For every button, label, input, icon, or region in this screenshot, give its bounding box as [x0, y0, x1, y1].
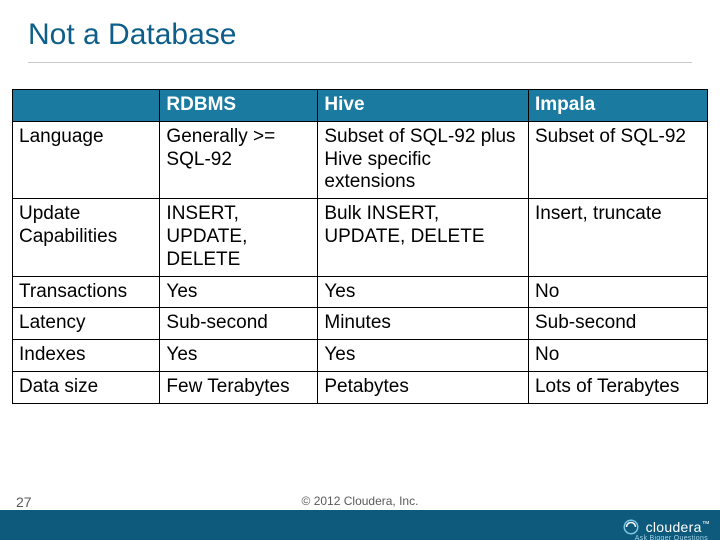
row-label: Language: [13, 121, 160, 198]
row-label: Indexes: [13, 340, 160, 372]
cell: Subset of SQL-92 plus Hive specific exte…: [318, 121, 529, 198]
table-row: Indexes Yes Yes No: [13, 340, 708, 372]
row-label: Transactions: [13, 276, 160, 308]
brand-logo: cloudera™: [622, 518, 710, 536]
brand-name-text: cloudera: [646, 519, 702, 535]
cell: INSERT, UPDATE, DELETE: [160, 199, 318, 276]
table-row: Update Capabilities INSERT, UPDATE, DELE…: [13, 199, 708, 276]
cell: Sub-second: [160, 308, 318, 340]
comparison-table: RDBMS Hive Impala Language Generally >= …: [12, 89, 708, 404]
cell: No: [528, 340, 707, 372]
copyright-text: © 2012 Cloudera, Inc.: [0, 494, 720, 508]
cell: Petabytes: [318, 371, 529, 403]
cell: Insert, truncate: [528, 199, 707, 276]
brand-name: cloudera™: [646, 519, 710, 535]
cell: Minutes: [318, 308, 529, 340]
col-header-hive: Hive: [318, 90, 529, 122]
cell: Yes: [160, 276, 318, 308]
cell: Yes: [318, 276, 529, 308]
slide-title: Not a Database: [0, 0, 720, 62]
table-row: Data size Few Terabytes Petabytes Lots o…: [13, 371, 708, 403]
row-label: Update Capabilities: [13, 199, 160, 276]
table-header-row: RDBMS Hive Impala: [13, 90, 708, 122]
col-header-empty: [13, 90, 160, 122]
brand-tm: ™: [702, 519, 710, 528]
cloudera-icon: [622, 518, 640, 536]
cell: Yes: [160, 340, 318, 372]
footer-bar: cloudera™ Ask Bigger Questions: [0, 510, 720, 540]
row-label: Data size: [13, 371, 160, 403]
brand-tagline: Ask Bigger Questions: [635, 535, 708, 540]
comparison-table-wrap: RDBMS Hive Impala Language Generally >= …: [0, 63, 720, 404]
slide: Not a Database RDBMS Hive Impala Languag…: [0, 0, 720, 540]
table-row: Transactions Yes Yes No: [13, 276, 708, 308]
cell: Subset of SQL-92: [528, 121, 707, 198]
cell: Lots of Terabytes: [528, 371, 707, 403]
cell: No: [528, 276, 707, 308]
cell: Generally >= SQL-92: [160, 121, 318, 198]
table-row: Language Generally >= SQL-92 Subset of S…: [13, 121, 708, 198]
cell: Sub-second: [528, 308, 707, 340]
cell: Few Terabytes: [160, 371, 318, 403]
cell: Yes: [318, 340, 529, 372]
row-label: Latency: [13, 308, 160, 340]
cell: Bulk INSERT, UPDATE, DELETE: [318, 199, 529, 276]
col-header-rdbms: RDBMS: [160, 90, 318, 122]
col-header-impala: Impala: [528, 90, 707, 122]
table-row: Latency Sub-second Minutes Sub-second: [13, 308, 708, 340]
